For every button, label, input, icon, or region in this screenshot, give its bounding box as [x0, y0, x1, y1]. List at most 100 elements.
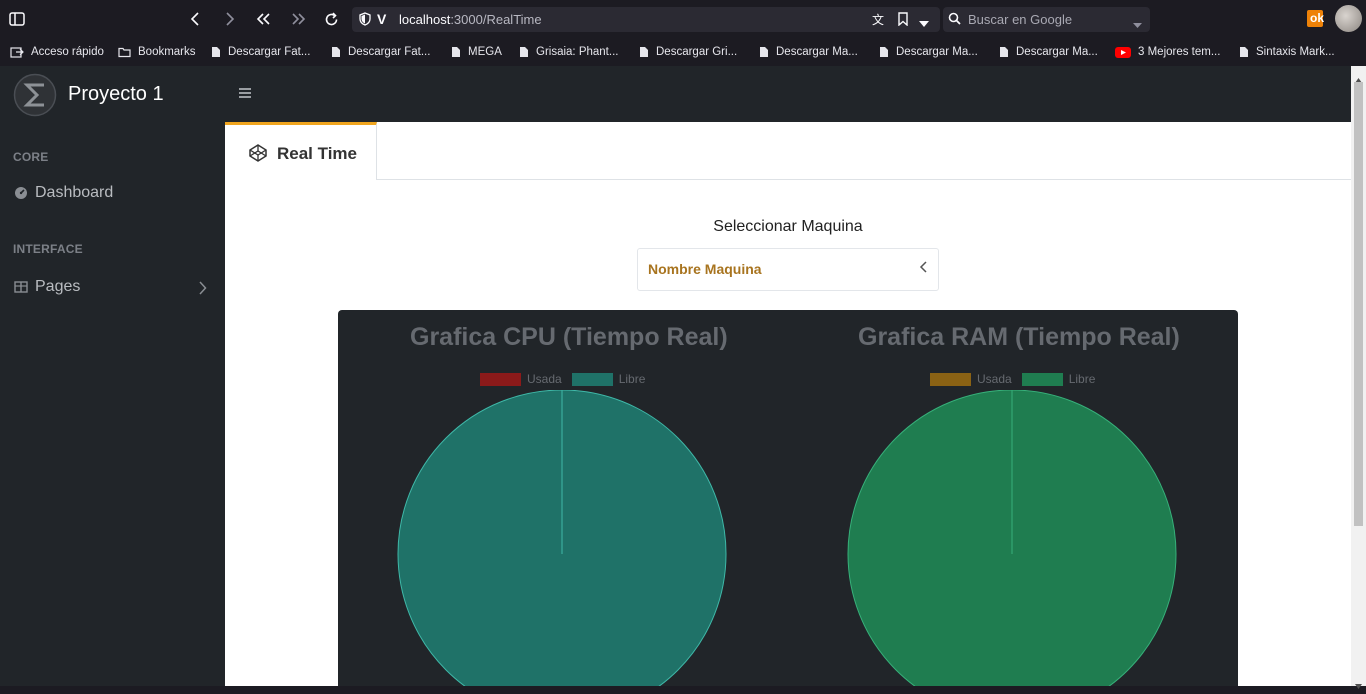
cpu-chart-title: Grafica CPU (Tiempo Real): [410, 323, 728, 351]
chevron-left-icon: [919, 260, 928, 279]
page-icon: [1000, 47, 1008, 57]
bookmark-label: Bookmarks: [138, 46, 196, 58]
bookmark-item[interactable]: Descargar Gri...: [639, 44, 737, 60]
bookmark-label: 3 Mejores tem...: [1138, 46, 1221, 58]
tab-real-time[interactable]: Real Time: [225, 122, 377, 180]
bookmark-item[interactable]: Bookmarks: [118, 44, 196, 60]
sidebar-item-pages[interactable]: Pages: [14, 278, 80, 296]
legend-label-free: Libre: [618, 372, 646, 386]
url-text[interactable]: localhost:3000/RealTime: [399, 12, 542, 27]
page-icon: [520, 47, 528, 57]
legend-swatch-used: [480, 372, 521, 386]
bookmark-label: Acceso rápido: [31, 46, 104, 58]
search-placeholder: Buscar en Google: [968, 12, 1073, 27]
sidebar: Proyecto 1 CORE Dashboard INTERFACE Page…: [0, 66, 225, 686]
bookmark-label: Descargar Gri...: [656, 46, 738, 58]
book-open-icon: [14, 281, 28, 293]
fast-forward-icon[interactable]: [286, 7, 310, 31]
bookmark-label: Sintaxis Mark...: [1256, 46, 1335, 58]
shield-icon[interactable]: [359, 12, 371, 31]
bookmark-item[interactable]: Descargar Ma...: [879, 44, 978, 60]
back-icon[interactable]: [183, 7, 207, 31]
legend-label-used: Usada: [977, 372, 1012, 386]
search-icon: [948, 12, 963, 31]
page-scrollbar[interactable]: [1351, 66, 1366, 689]
translate-icon[interactable]: 文: [872, 11, 884, 28]
sidebar-heading-core: CORE: [13, 150, 49, 164]
legend-swatch-used: [930, 372, 971, 386]
sidebar-item-label: Pages: [35, 278, 81, 295]
bookmark-item[interactable]: Descargar Ma...: [999, 44, 1098, 60]
bookmarks-bar: Acceso rápido Bookmarks Descargar Fat...…: [0, 38, 1366, 66]
cpu-pie-chart: [397, 390, 727, 686]
site-info-icon[interactable]: V: [377, 11, 386, 27]
bookmark-item[interactable]: Descargar Ma...: [759, 44, 858, 60]
ram-pie-chart: [847, 390, 1177, 686]
page-icon: [212, 47, 220, 57]
sidebar-item-label: Dashboard: [35, 184, 114, 201]
bookmark-item[interactable]: Grisaia: Phant...: [519, 44, 618, 60]
charts-panel: Grafica CPU (Tiempo Real) Usada Libre Gr…: [338, 310, 1238, 686]
bookmark-label: MEGA: [468, 46, 502, 58]
page-icon: [640, 47, 648, 57]
machine-select-title: Seleccionar Maquina: [713, 218, 863, 235]
sidebar-item-dashboard[interactable]: Dashboard: [14, 184, 113, 202]
search-engine-dropdown-icon[interactable]: [1133, 16, 1142, 34]
legend-swatch-free: [571, 372, 613, 386]
forward-icon[interactable]: [218, 7, 242, 31]
bookmark-item[interactable]: Descargar Fat...: [211, 44, 310, 60]
legend-label-free: Libre: [1068, 372, 1096, 386]
bookmark-label: Descargar Fat...: [228, 46, 311, 58]
legend-label-used: Usada: [527, 372, 562, 386]
bookmark-label: Descargar Ma...: [1016, 46, 1098, 58]
codepen-icon: [249, 144, 267, 167]
search-bar[interactable]: Buscar en Google: [943, 7, 1150, 32]
folder-icon: [118, 47, 131, 58]
machine-select[interactable]: Nombre Maquina: [637, 248, 939, 291]
page-icon: [452, 47, 460, 57]
sidebar-toggle-icon[interactable]: [5, 7, 29, 31]
top-navbar: [225, 66, 1351, 122]
chevron-right-icon[interactable]: [198, 281, 207, 300]
tachometer-icon: [15, 187, 27, 199]
bookmark-label: Descargar Fat...: [348, 46, 431, 58]
quick-access-icon: [10, 47, 24, 58]
dropdown-arrow-icon[interactable]: [919, 15, 929, 33]
url-bar[interactable]: V localhost:3000/RealTime 文: [352, 7, 940, 32]
url-host: localhost: [399, 12, 451, 27]
sigma-logo-icon: [13, 73, 57, 117]
scroll-down-icon[interactable]: [1355, 676, 1362, 694]
menu-toggle-icon[interactable]: [239, 86, 251, 104]
page-icon: [880, 47, 888, 57]
page-icon: [332, 47, 340, 57]
bookmark-item[interactable]: MEGA: [451, 44, 502, 60]
ram-legend: Usada Libre: [930, 372, 1095, 386]
scrollbar-thumb[interactable]: [1354, 82, 1363, 526]
ram-chart-title: Grafica RAM (Tiempo Real): [858, 323, 1180, 351]
bookmark-icon[interactable]: [898, 12, 908, 31]
bookmark-item[interactable]: Descargar Fat...: [331, 44, 430, 60]
legend-swatch-free: [1021, 372, 1063, 386]
machine-select-value: Nombre Maquina: [648, 261, 762, 277]
tab-label: Real Time: [277, 144, 358, 163]
extension-icon[interactable]: ok: [1307, 10, 1324, 27]
page-icon: [760, 47, 768, 57]
bookmark-item[interactable]: 3 Mejores tem...: [1115, 44, 1220, 60]
profile-avatar[interactable]: [1335, 5, 1362, 32]
bookmark-label: Grisaia: Phant...: [536, 46, 619, 58]
brand-title[interactable]: Proyecto 1: [68, 83, 164, 106]
rewind-icon[interactable]: [252, 7, 276, 31]
cpu-legend: Usada Libre: [480, 372, 645, 386]
bookmark-label: Descargar Ma...: [896, 46, 978, 58]
youtube-icon: [1115, 46, 1131, 58]
browser-toolbar: V localhost:3000/RealTime 文 Buscar en Go…: [0, 0, 1366, 38]
page-icon: [1240, 47, 1248, 57]
bookmark-item[interactable]: Acceso rápido: [10, 44, 104, 60]
main-content: Real Time Seleccionar Maquina Nombre Maq…: [225, 122, 1351, 686]
bookmark-item[interactable]: Sintaxis Mark...: [1239, 44, 1335, 60]
bookmark-label: Descargar Ma...: [776, 46, 858, 58]
sidebar-heading-interface: INTERFACE: [13, 242, 83, 256]
url-path: :3000/RealTime: [450, 12, 542, 27]
tab-divider: [377, 179, 1351, 180]
reload-icon[interactable]: [319, 7, 343, 31]
